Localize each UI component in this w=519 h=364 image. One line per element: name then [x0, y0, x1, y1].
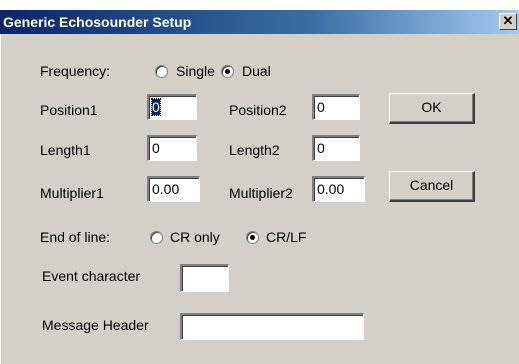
multiplier2-label: Multiplier2 [229, 185, 293, 201]
length2-label: Length2 [229, 142, 280, 158]
position1-label: Position1 [40, 102, 98, 118]
top-strip [0, 0, 519, 10]
window-title: Generic Echosounder Setup [3, 14, 192, 30]
length1-label: Length1 [40, 142, 91, 158]
position2-value: 0 [317, 99, 325, 115]
position2-label: Position2 [229, 102, 287, 118]
eol-cr-only-label[interactable]: CR only [170, 229, 220, 245]
multiplier1-value: 0.00 [152, 181, 180, 197]
length1-value: 0 [152, 140, 160, 156]
frequency-single-radio[interactable] [155, 65, 168, 78]
radio-selected-dot [250, 235, 255, 240]
cancel-button[interactable]: Cancel [389, 171, 475, 202]
multiplier2-value: 0.00 [317, 181, 345, 197]
position1-field[interactable]: 0 [147, 94, 197, 120]
frequency-dual-radio[interactable] [221, 65, 234, 78]
position2-field[interactable]: 0 [312, 94, 360, 120]
frequency-dual-label[interactable]: Dual [242, 63, 271, 79]
event-character-field[interactable] [180, 264, 229, 292]
length1-field[interactable]: 0 [147, 135, 197, 161]
length2-value: 0 [317, 140, 325, 156]
ok-button[interactable]: OK [389, 93, 475, 124]
eol-crlf-label[interactable]: CR/LF [266, 229, 306, 245]
message-header-label: Message Header [42, 317, 149, 333]
radio-selected-dot [225, 69, 230, 74]
frequency-single-label[interactable]: Single [176, 63, 215, 79]
close-button[interactable]: ✕ [499, 13, 517, 30]
frequency-label: Frequency: [40, 63, 111, 79]
title-bar[interactable]: Generic Echosounder Setup ✕ [0, 10, 519, 34]
end-of-line-label: End of line: [40, 229, 111, 245]
multiplier1-label: Multiplier1 [40, 185, 104, 201]
position1-value: 0 [151, 98, 161, 116]
event-character-label: Event character [42, 268, 141, 284]
close-icon: ✕ [502, 13, 514, 28]
message-header-field[interactable] [180, 313, 364, 340]
multiplier2-field[interactable]: 0.00 [312, 176, 365, 202]
eol-crlf-radio[interactable] [246, 231, 259, 244]
eol-cr-only-radio[interactable] [150, 231, 163, 244]
length2-field[interactable]: 0 [312, 135, 360, 161]
multiplier1-field[interactable]: 0.00 [147, 176, 200, 202]
